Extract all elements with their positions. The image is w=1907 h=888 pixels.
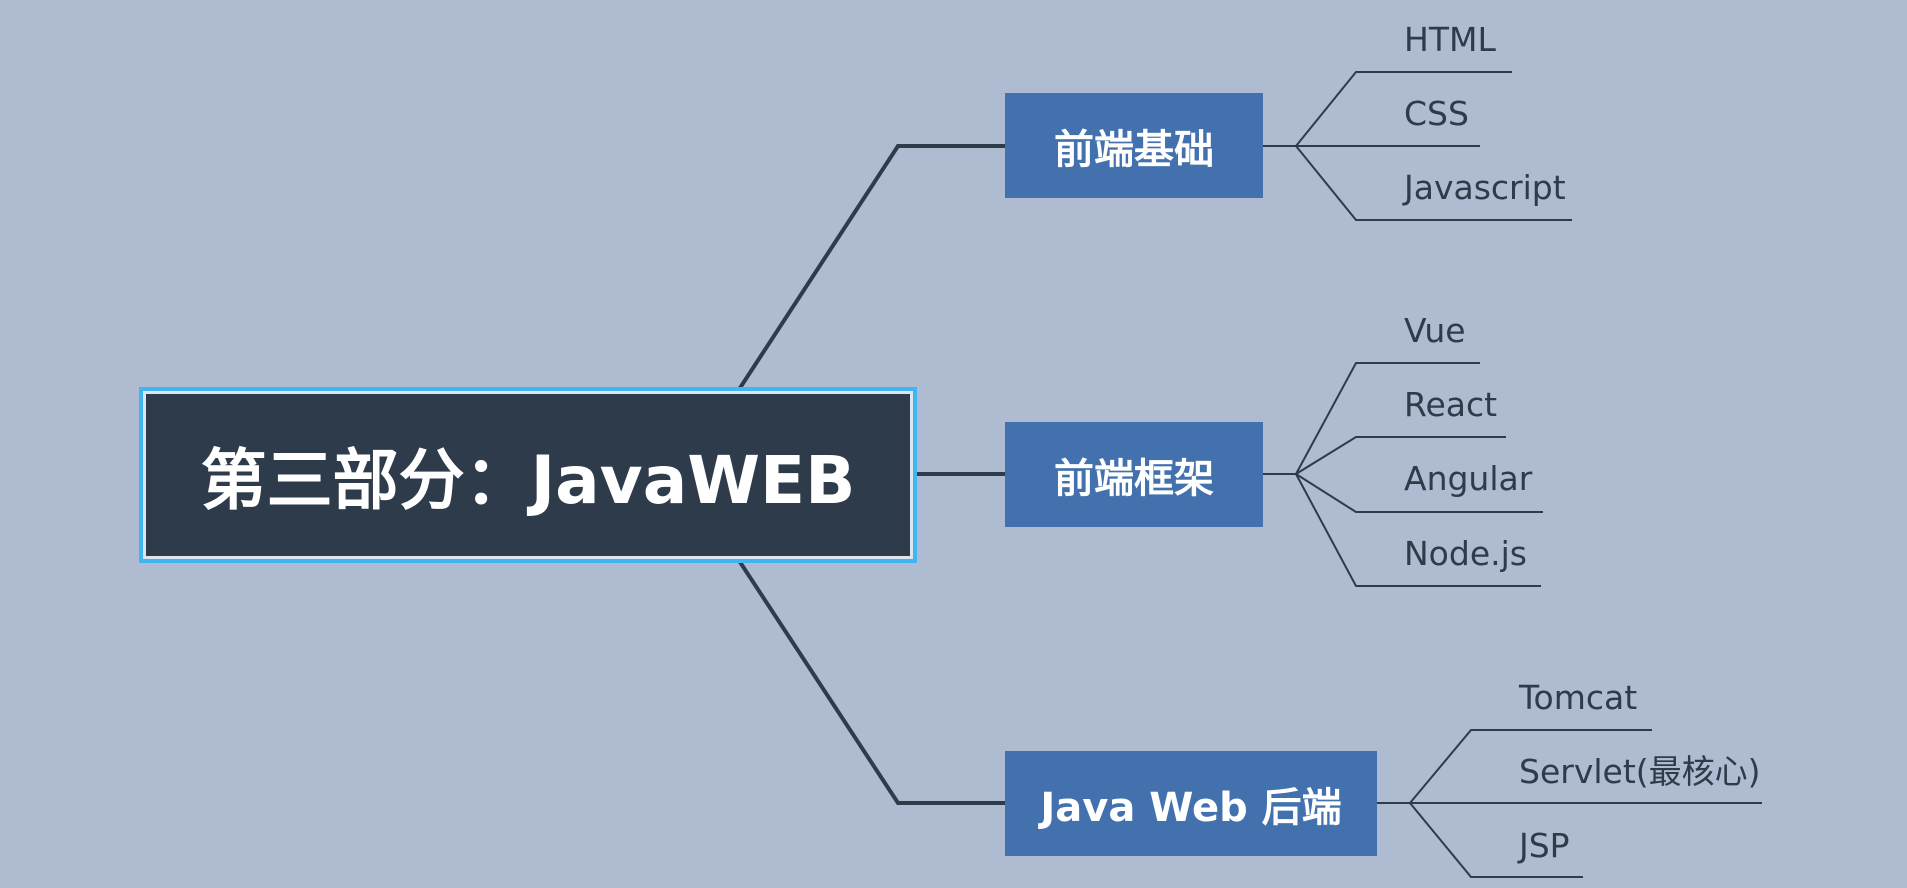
branch-frontend-basics: 前端基础 [1005,93,1263,198]
connector-central-branch-3 [736,557,1005,805]
central-topic: 第三部分：JavaWEB [139,387,917,563]
leaf-servlet: Servlet(最核心) [1519,752,1761,791]
mind-map-canvas: 第三部分：JavaWEB 前端基础 前端框架 Java Web 后端 HTML … [0,0,1907,888]
connector-central-branch-1 [736,144,1005,393]
branch-java-web-backend: Java Web 后端 [1005,751,1377,856]
branch-label: 前端框架 [1054,455,1214,502]
leaf-nodejs: Node.js [1404,534,1527,573]
leaf-css: CSS [1404,94,1469,133]
leaf-vue: Vue [1404,311,1466,350]
leaf-tomcat: Tomcat [1519,678,1638,717]
central-topic-label: 第三部分：JavaWEB [200,442,856,519]
leaf-angular: Angular [1404,459,1533,498]
branch-frontend-frameworks: 前端框架 [1005,422,1263,527]
leaf-react: React [1404,385,1498,424]
leaf-jsp: JSP [1519,826,1570,865]
leaf-javascript: Javascript [1404,168,1566,207]
branch-label: 前端基础 [1054,126,1214,173]
leaf-html: HTML [1404,20,1496,59]
branch-label: Java Web 后端 [1040,784,1342,831]
